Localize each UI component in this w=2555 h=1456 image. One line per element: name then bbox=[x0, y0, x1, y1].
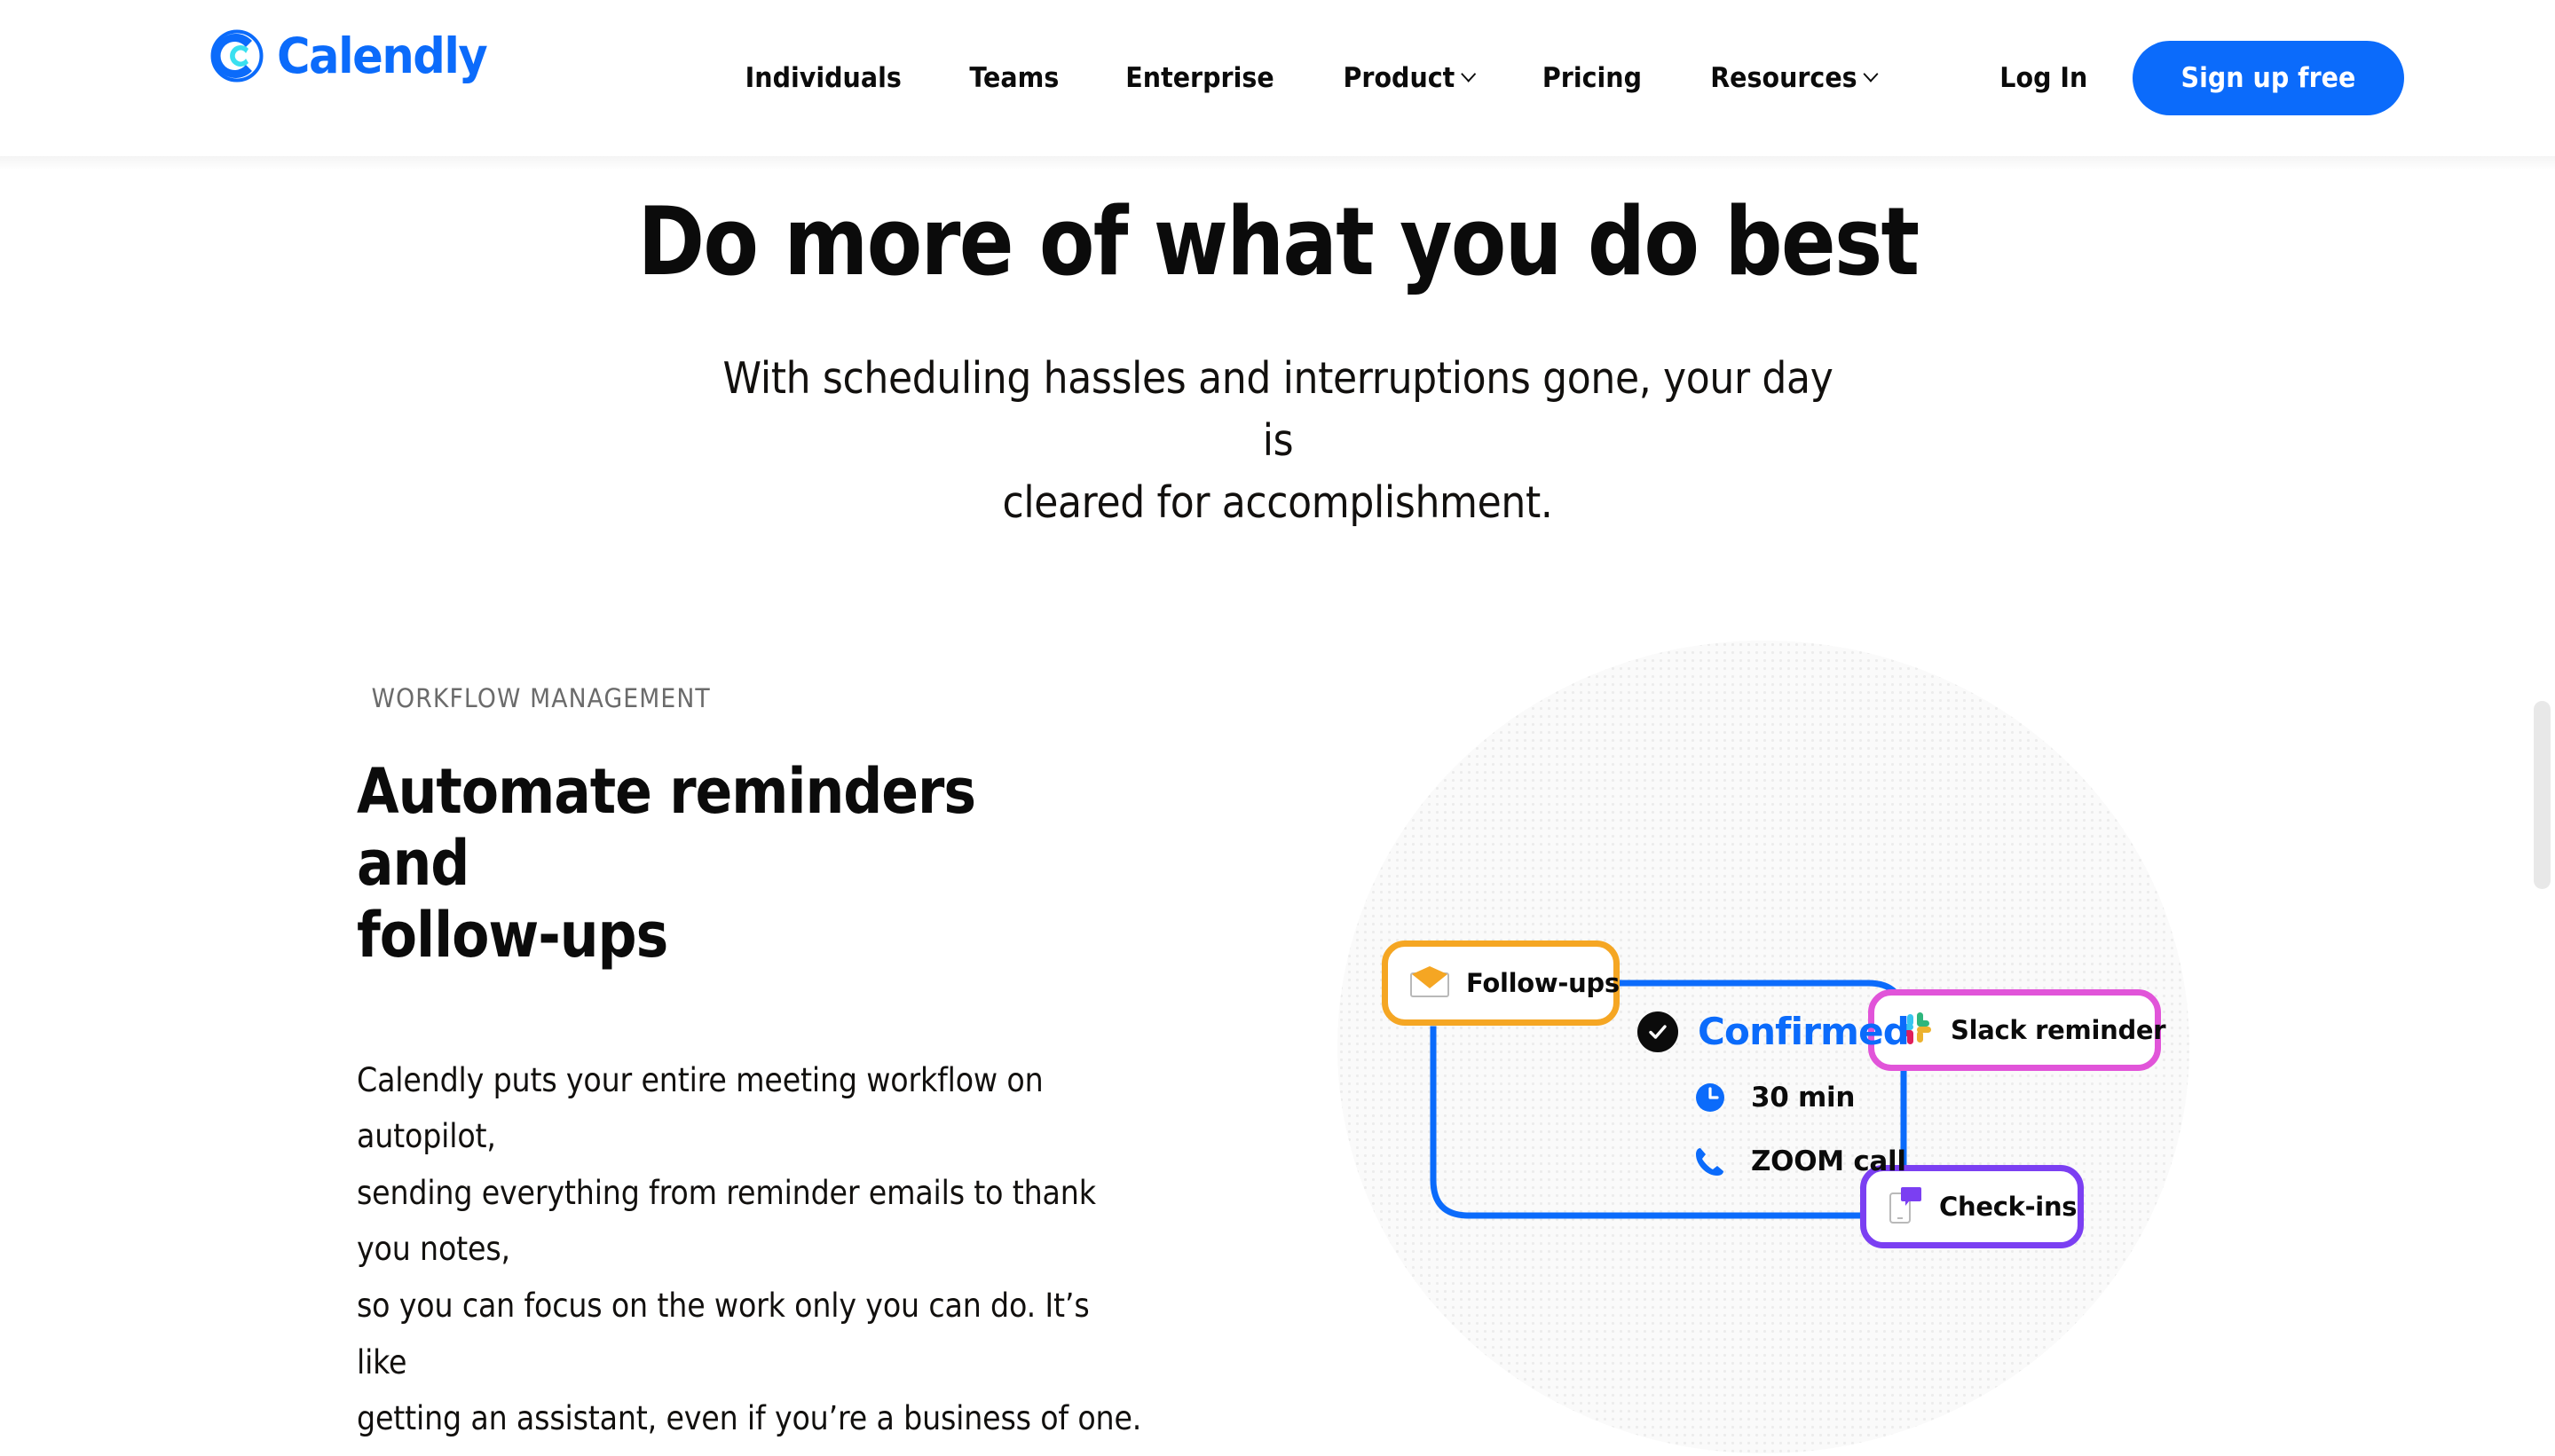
feature-body-line2: sending everything from reminder emails … bbox=[357, 1173, 1096, 1269]
calendly-logo-icon bbox=[209, 28, 264, 83]
feature-eyebrow: WORKFLOW MANAGEMENT bbox=[357, 683, 1262, 713]
card-label: Follow-ups bbox=[1466, 968, 1620, 998]
hero-subtitle: With scheduling hassles and interruption… bbox=[648, 348, 1908, 533]
nav-label: Enterprise bbox=[1125, 62, 1274, 94]
login-link[interactable]: Log In bbox=[1977, 62, 2111, 94]
feature-heading-line2: follow-ups bbox=[357, 899, 668, 972]
status-badge: Confirmed bbox=[1698, 1010, 1910, 1053]
feature-section: WORKFLOW MANAGEMENT Automate reminders a… bbox=[0, 621, 2555, 1455]
chevron-down-icon bbox=[1463, 68, 1476, 83]
nav-label: Pricing bbox=[1542, 62, 1643, 94]
feature-heading-line1: Automate reminders and bbox=[357, 755, 976, 901]
confirmed-status-row: Confirmed bbox=[1637, 1010, 1910, 1053]
nav-item-enterprise[interactable]: Enterprise bbox=[1100, 62, 1300, 94]
vertical-scrollbar-track[interactable] bbox=[2529, 0, 2555, 1456]
feature-eyebrow-text: WORKFLOW MANAGEMENT bbox=[371, 683, 711, 713]
hero-section: Do more of what you do best With schedul… bbox=[0, 156, 2555, 533]
page-root: Calendly Individuals Teams Enterprise Pr… bbox=[0, 0, 2555, 1456]
card-follow-ups[interactable]: Follow-ups bbox=[1382, 940, 1620, 1026]
feature-paragraph: Calendly puts your entire meeting workfl… bbox=[357, 1052, 1235, 1447]
nav-item-teams[interactable]: Teams bbox=[942, 62, 1084, 94]
phone-chat-icon bbox=[1888, 1185, 1923, 1229]
signup-label: Sign up free bbox=[2180, 62, 2356, 94]
hero-subtitle-line2: cleared for accomplishment. bbox=[1002, 476, 1553, 528]
vertical-scrollbar-thumb[interactable] bbox=[2534, 701, 2551, 889]
clock-icon bbox=[1691, 1078, 1730, 1117]
phone-icon bbox=[1691, 1142, 1730, 1181]
feature-heading: Automate reminders and follow-ups bbox=[357, 755, 1155, 972]
event-location: ZOOM call bbox=[1751, 1145, 1906, 1177]
check-circle-icon bbox=[1637, 1011, 1678, 1052]
nav-item-individuals[interactable]: Individuals bbox=[719, 62, 927, 94]
main-navigation: Individuals Teams Enterprise Product Pri… bbox=[710, 0, 1913, 156]
feature-body-line1: Calendly puts your entire meeting workfl… bbox=[357, 1060, 1044, 1156]
nav-item-resources[interactable]: Resources bbox=[1684, 62, 1904, 94]
chevron-down-icon bbox=[1865, 68, 1878, 83]
workflow-illustration: Follow-ups Slack reminder Check-ins Conf… bbox=[1336, 639, 2205, 1455]
page-title: Do more of what you do best bbox=[0, 187, 2555, 296]
nav-item-product[interactable]: Product bbox=[1317, 62, 1502, 94]
nav-label: Product bbox=[1343, 62, 1455, 94]
nav-label: Resources bbox=[1710, 62, 1857, 94]
site-header: Calendly Individuals Teams Enterprise Pr… bbox=[0, 0, 2555, 156]
header-shadow bbox=[0, 156, 2555, 170]
confirmed-event-details: Confirmed 30 min ZOOM call bbox=[1637, 1010, 1910, 1181]
calendly-logo[interactable]: Calendly bbox=[209, 28, 502, 83]
card-slack-reminder[interactable]: Slack reminder bbox=[1868, 989, 2166, 1071]
nav-label: Teams bbox=[968, 62, 1059, 94]
card-label: Check-ins bbox=[1939, 1192, 2078, 1222]
feature-body-line3: so you can focus on the work only you ca… bbox=[357, 1287, 1090, 1381]
nav-item-pricing[interactable]: Pricing bbox=[1516, 62, 1668, 94]
hero-subtitle-line1: With scheduling hassles and interruption… bbox=[722, 353, 1833, 467]
signup-free-button[interactable]: Sign up free bbox=[2133, 41, 2404, 115]
event-duration: 30 min bbox=[1751, 1082, 1856, 1114]
hero-title-text: Do more of what you do best bbox=[637, 187, 1920, 296]
feature-body-line4: getting an assistant, even if you’re a b… bbox=[357, 1399, 1142, 1438]
confirmed-location-row: ZOOM call bbox=[1691, 1142, 1909, 1181]
envelope-icon bbox=[1409, 964, 1450, 1003]
header-actions: Log In Sign up free bbox=[1971, 0, 2404, 156]
feature-copy: WORKFLOW MANAGEMENT Automate reminders a… bbox=[357, 683, 1262, 1447]
calendly-logo-text: Calendly bbox=[277, 27, 488, 84]
nav-label: Individuals bbox=[745, 62, 902, 94]
confirmed-duration-row: 30 min bbox=[1691, 1078, 1909, 1117]
card-label: Slack reminder bbox=[1951, 1015, 2166, 1045]
